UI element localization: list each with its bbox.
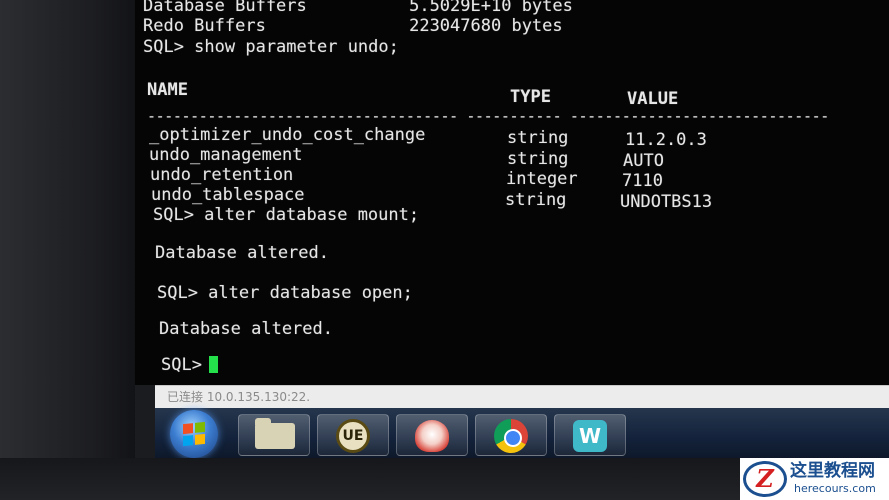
- taskbar-button-app-w[interactable]: W: [554, 414, 626, 456]
- param-type-2: string: [507, 149, 569, 169]
- terminal-window[interactable]: Database Buffers 5.5029E+10 bytes Redo B…: [135, 0, 889, 385]
- param-value-4: UNDOTBS13: [620, 192, 713, 212]
- w-icon: W: [573, 420, 607, 452]
- column-header-type: TYPE: [510, 87, 551, 107]
- param-name-undo-retention: undo_retention: [150, 165, 294, 185]
- terminal-line-database-altered-2: Database altered.: [159, 319, 333, 339]
- watermark-url: herecours.com: [794, 482, 876, 495]
- folder-icon: [255, 418, 295, 449]
- ue-icon: UE: [336, 419, 370, 453]
- param-value-2: AUTO: [623, 151, 664, 171]
- param-type-3: integer: [506, 169, 578, 189]
- windows-logo-icon: [183, 421, 205, 447]
- taskbar-button-ultraedit[interactable]: UE: [317, 414, 389, 456]
- column-separator: ------------------------------------ ---…: [147, 107, 829, 125]
- snail-icon: [415, 420, 449, 452]
- watermark: Z 这里教程网 herecours.com: [740, 458, 889, 500]
- param-value-3: 7110: [622, 171, 663, 191]
- param-name-undo-tablespace: undo_tablespace: [151, 185, 305, 205]
- param-name-optimizer-undo-cost-change: _optimizer_undo_cost_change: [149, 125, 426, 145]
- watermark-title: 这里教程网: [790, 461, 875, 481]
- terminal-line-alter-mount: SQL> alter database mount;: [153, 205, 420, 225]
- terminal-line-database-buffers: Database Buffers 5.5029E+10 bytes: [143, 0, 573, 16]
- column-header-name: NAME: [147, 80, 188, 100]
- status-bar: 已连接 10.0.135.130:22.: [155, 385, 889, 409]
- param-type-4: string: [505, 190, 567, 210]
- watermark-logo: Z: [743, 461, 787, 497]
- taskbar-button-chrome[interactable]: [475, 414, 547, 456]
- param-name-undo-management: undo_management: [149, 145, 303, 165]
- terminal-line-redo-buffers: Redo Buffers 223047680 bytes: [143, 16, 563, 36]
- monitor-bezel-left: [0, 0, 135, 500]
- taskbar-button-app-snail[interactable]: [396, 414, 468, 456]
- connection-status-text: 已连接 10.0.135.130:22.: [167, 390, 311, 404]
- start-button[interactable]: [170, 410, 218, 458]
- terminal-prompt: SQL>: [161, 355, 213, 375]
- taskbar-button-file-explorer[interactable]: [238, 414, 310, 456]
- param-type-1: string: [507, 128, 569, 148]
- terminal-cursor: [209, 356, 218, 373]
- param-value-1: 11.2.0.3: [625, 130, 707, 150]
- terminal-line-alter-open: SQL> alter database open;: [157, 283, 413, 303]
- terminal-line-database-altered-1: Database altered.: [155, 243, 329, 263]
- terminal-line-show-parameter: SQL> show parameter undo;: [143, 37, 399, 57]
- chrome-icon: [494, 419, 528, 453]
